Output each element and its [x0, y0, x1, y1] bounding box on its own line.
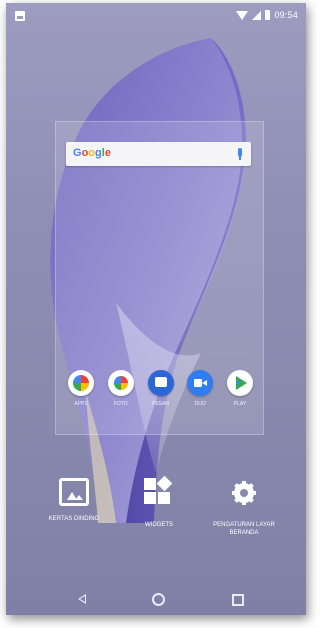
home-icon[interactable] — [152, 593, 165, 606]
app-dock: APPS FOTO PESAN DUO PLAY — [63, 370, 258, 420]
wallpaper-label: KERTAS DINDING — [48, 516, 100, 522]
signal-icon — [252, 10, 262, 20]
app-label: PESAN — [152, 401, 169, 407]
google-search-bar[interactable]: Google — [66, 142, 251, 166]
status-icons: 09:54 — [236, 10, 298, 20]
widgets-button[interactable]: WIDGETS — [119, 478, 199, 529]
app-label: PLAY — [233, 401, 247, 407]
play-store-icon — [227, 370, 253, 396]
home-settings-button[interactable]: PENGATURAN LAYAR BERANDA — [204, 476, 284, 537]
apps-icon — [68, 370, 94, 396]
wallpaper-icon — [59, 478, 89, 506]
photos-icon — [107, 370, 134, 396]
dock-app-apps[interactable]: APPS — [63, 370, 99, 420]
status-bar: 09:54 — [6, 3, 306, 31]
clock: 09:54 — [274, 10, 298, 20]
gallery-notification-icon — [15, 11, 25, 21]
phone-screen: 09:54 Google APPS FOTO PESAN DUO PLAY KE… — [6, 3, 306, 615]
dock-app-messages[interactable]: PESAN — [143, 370, 179, 420]
widgets-label: WIDGETS — [145, 522, 173, 528]
navigation-bar — [6, 581, 306, 615]
dock-app-play-store[interactable]: PLAY — [222, 370, 258, 420]
mic-icon[interactable] — [238, 148, 242, 160]
recents-icon[interactable] — [232, 594, 244, 606]
app-label: APPS — [74, 401, 88, 407]
messages-icon — [147, 370, 174, 396]
dock-app-photos[interactable]: FOTO — [103, 370, 139, 420]
logo-letter: g — [95, 147, 102, 159]
google-logo: Google — [73, 147, 111, 159]
back-icon[interactable] — [78, 594, 86, 604]
logo-letter: G — [73, 147, 82, 159]
dock-app-duo[interactable]: DUO — [182, 370, 218, 420]
app-label: DUO — [194, 401, 206, 407]
logo-letter: e — [104, 147, 111, 159]
widgets-icon — [142, 478, 176, 512]
gear-icon — [227, 476, 261, 512]
home-options: KERTAS DINDING WIDGETS PENGATURAN LAYAR … — [34, 476, 284, 568]
battery-icon — [265, 10, 271, 20]
wallpaper-button[interactable]: KERTAS DINDING — [34, 478, 114, 523]
wifi-icon — [236, 10, 249, 20]
app-label: FOTO — [113, 401, 128, 407]
duo-icon — [187, 370, 214, 396]
home-screen-preview[interactable]: Google APPS FOTO PESAN DUO PLAY — [55, 121, 264, 435]
home-settings-label: PENGATURAN LAYAR BERANDA — [213, 522, 275, 536]
